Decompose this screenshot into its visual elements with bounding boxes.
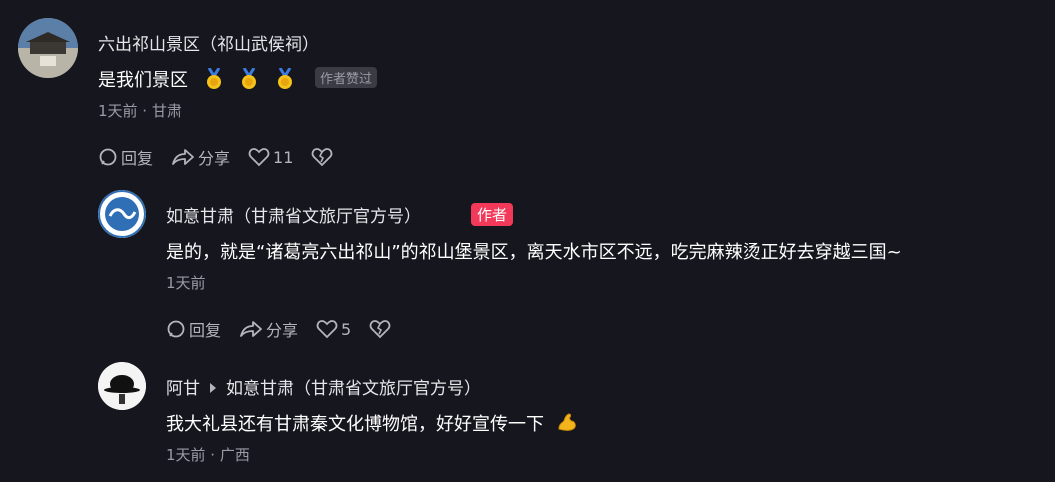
reply-button[interactable]: 回复 (98, 145, 153, 169)
like-count: 11 (273, 147, 294, 167)
heart-icon (248, 148, 270, 167)
reply-label: 回复 (189, 321, 222, 340)
share-button[interactable]: 分享 (239, 317, 298, 341)
heart-icon (316, 320, 338, 339)
like-count: 5 (341, 319, 352, 339)
share-button[interactable]: 分享 (171, 145, 230, 169)
reply-arrow-icon (210, 383, 216, 393)
share-icon (240, 321, 262, 337)
like-button[interactable]: 11 (248, 147, 293, 167)
broken-heart-icon (369, 320, 391, 339)
comment-meta: 1天前 (166, 274, 206, 292)
comment-text: 是的，就是“诸葛亮六出祁山”的祁山堡景区，离天水市区不远，吃完麻辣烫正好去穿越三… (166, 242, 902, 263)
username[interactable]: 如意甘肃（甘肃省文旅厅官方号） (166, 202, 421, 227)
comment-meta: 1天前 · 甘肃 (98, 102, 182, 120)
dislike-button[interactable] (369, 319, 394, 339)
medal-icon (239, 67, 259, 95)
medal-icon (204, 67, 224, 95)
comment-icon (99, 148, 117, 166)
share-label: 分享 (198, 149, 231, 168)
avatar[interactable] (18, 18, 78, 78)
comment-text: 是我们景区 作者赞过 (98, 66, 377, 95)
medal-icon (275, 67, 295, 95)
broken-heart-icon (312, 148, 333, 167)
comment-text-content: 我大礼县还有甘肃秦文化博物馆，好好宣传一下 (166, 414, 544, 435)
comment-actions: 回复 分享 5 (166, 317, 412, 341)
reply-label: 回复 (121, 149, 154, 168)
username[interactable]: 阿甘 (166, 379, 200, 399)
author-liked-badge: 作者赞过 (314, 67, 377, 88)
comment-icon (167, 320, 185, 338)
flexed-biceps-icon (556, 411, 578, 438)
share-label: 分享 (266, 321, 299, 340)
avatar[interactable] (98, 362, 146, 410)
comment-actions: 回复 分享 11 (98, 145, 354, 169)
reply-header: 阿甘 如意甘肃（甘肃省文旅厅官方号） (166, 374, 481, 399)
comment-text: 我大礼县还有甘肃秦文化博物馆，好好宣传一下 (166, 410, 578, 438)
comment-meta: 1天前 · 广西 (166, 446, 250, 464)
share-icon (172, 149, 194, 165)
comment-text-content: 是我们景区 (98, 70, 188, 91)
like-button[interactable]: 5 (316, 319, 351, 339)
reply-button[interactable]: 回复 (166, 317, 221, 341)
username[interactable]: 六出祁山景区（祁山武侯祠） (98, 30, 319, 55)
dislike-button[interactable] (311, 147, 336, 167)
author-badge: 作者 (471, 203, 514, 226)
avatar[interactable] (98, 190, 146, 238)
reply-to-username[interactable]: 如意甘肃（甘肃省文旅厅官方号） (226, 379, 481, 399)
